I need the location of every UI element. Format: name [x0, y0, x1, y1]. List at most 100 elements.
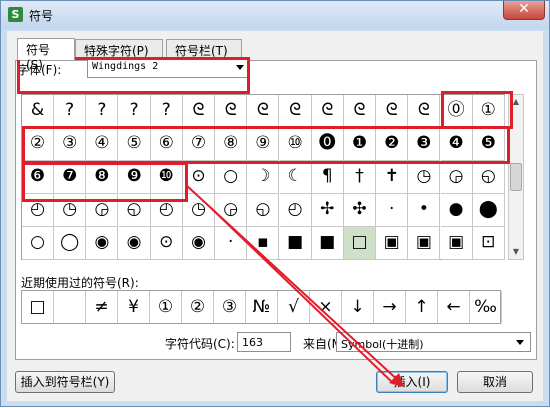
symbol-cell[interactable]: ᘓ — [183, 95, 215, 128]
scroll-up-icon[interactable]: ▲ — [509, 95, 523, 109]
symbol-cell[interactable]: ▣ — [440, 227, 473, 260]
symbol-cell[interactable]: • — [408, 194, 441, 227]
symbol-cell[interactable]: & — [22, 95, 54, 128]
symbol-cell[interactable]: ❿ — [150, 161, 183, 194]
symbol-cell[interactable]: ▣ — [376, 227, 409, 260]
recent-symbol[interactable]: → — [374, 291, 406, 323]
symbol-cell[interactable]: ⑤ — [118, 128, 151, 161]
symbol-cell[interactable]: ❻ — [22, 161, 54, 194]
symbol-cell[interactable]: ☾ — [279, 161, 312, 194]
symbol-cell[interactable]: ✣ — [344, 194, 376, 227]
recent-symbol[interactable]: × — [310, 291, 342, 323]
scroll-thumb[interactable] — [510, 163, 522, 191]
symbol-cell[interactable]: ❺ — [472, 128, 505, 161]
close-button[interactable]: ✕ — [503, 1, 545, 20]
symbol-cell[interactable]: · — [215, 227, 248, 260]
scroll-down-icon[interactable]: ▼ — [509, 245, 523, 259]
recent-symbol[interactable]: ‰ — [470, 291, 502, 323]
symbol-cell[interactable]: ◴ — [22, 194, 54, 227]
symbol-cell[interactable]: ⬤ — [472, 194, 505, 227]
symbol-cell[interactable]: ④ — [86, 128, 119, 161]
symbol-cell[interactable]: ✝ — [376, 161, 409, 194]
symbol-cell[interactable]: ? — [54, 95, 87, 128]
symbol-cell[interactable]: ■ — [279, 227, 312, 260]
insert-button[interactable]: 插入(I) — [376, 371, 448, 393]
insert-to-bar-button[interactable]: 插入到符号栏(Y) — [15, 371, 115, 393]
symbol-cell[interactable]: ○ — [22, 227, 54, 260]
symbol-cell[interactable]: ◉ — [118, 227, 151, 260]
font-select[interactable]: Wingdings 2 — [87, 58, 249, 78]
recent-symbol[interactable]: ↓ — [342, 291, 374, 323]
symbol-cell[interactable]: ⑩ — [279, 128, 312, 161]
symbol-cell[interactable]: ② — [22, 128, 54, 161]
symbol-cell[interactable]: ? — [150, 95, 183, 128]
symbol-cell[interactable]: ◶ — [440, 161, 473, 194]
symbol-cell[interactable]: ❷ — [376, 128, 409, 161]
recent-symbol[interactable]: √ — [278, 291, 310, 323]
symbol-cell[interactable]: ◷ — [408, 161, 441, 194]
symbol-cell[interactable]: ¶ — [311, 161, 344, 194]
symbol-cell[interactable]: ⑨ — [247, 128, 280, 161]
symbol-cell[interactable]: ⊙ — [183, 161, 215, 194]
symbol-cell[interactable]: ■ — [311, 227, 344, 260]
symbol-cell[interactable]: ◵ — [247, 194, 280, 227]
recent-symbol[interactable]: ③ — [214, 291, 246, 323]
symbol-cell[interactable]: ⓿ — [311, 128, 344, 161]
symbol-cell[interactable]: ● — [440, 194, 473, 227]
symbol-cell[interactable]: ◶ — [86, 194, 119, 227]
symbol-cell[interactable]: ᘓ — [344, 95, 376, 128]
symbol-cell[interactable]: ◴ — [150, 194, 183, 227]
symbol-cell[interactable]: □ — [344, 227, 376, 260]
char-code-input[interactable]: 163 — [237, 332, 291, 352]
symbol-cell[interactable]: ⑥ — [150, 128, 183, 161]
recent-symbol[interactable]: □ — [22, 291, 54, 323]
tab-symbols[interactable]: 符号(S) — [17, 38, 75, 72]
symbol-cell[interactable]: ❼ — [54, 161, 87, 194]
symbol-cell[interactable]: ◷ — [54, 194, 87, 227]
symbol-cell[interactable]: ⓪ — [440, 95, 473, 128]
symbol-cell[interactable]: ◷ — [183, 194, 215, 227]
cancel-button[interactable]: 取消 — [457, 371, 533, 393]
recent-symbol[interactable]: ② — [182, 291, 214, 323]
recent-symbol[interactable]: ¥ — [118, 291, 150, 323]
recent-symbol[interactable]: ≠ — [86, 291, 118, 323]
recent-symbol[interactable]: № — [246, 291, 278, 323]
symbol-cell[interactable]: ᘓ — [215, 95, 248, 128]
symbol-cell[interactable]: ✢ — [311, 194, 344, 227]
symbol-cell[interactable]: ❶ — [344, 128, 376, 161]
symbol-cell[interactable]: ◯ — [54, 227, 87, 260]
symbol-cell[interactable]: ᘓ — [408, 95, 441, 128]
symbol-cell[interactable]: ❹ — [440, 128, 473, 161]
symbol-cell[interactable]: ③ — [54, 128, 87, 161]
symbol-cell[interactable]: ◴ — [279, 194, 312, 227]
from-select[interactable]: Symbol(十进制) — [336, 332, 531, 352]
symbol-cell[interactable]: ◉ — [183, 227, 215, 260]
symbol-cell[interactable]: ◉ — [86, 227, 119, 260]
tab-special-chars[interactable]: 特殊字符(P) — [75, 39, 163, 59]
symbol-cell[interactable]: ? — [118, 95, 151, 128]
symbol-cell[interactable]: ❽ — [86, 161, 119, 194]
symbol-cell[interactable]: ◶ — [215, 194, 248, 227]
symbol-cell[interactable]: ▪ — [247, 227, 280, 260]
symbol-cell[interactable]: · — [376, 194, 409, 227]
symbol-cell[interactable]: ⊡ — [472, 227, 505, 260]
symbol-cell[interactable]: ① — [472, 95, 505, 128]
tab-symbol-bar[interactable]: 符号栏(T) — [166, 39, 242, 59]
symbol-cell[interactable]: ᘓ — [247, 95, 280, 128]
recent-symbol[interactable]: ← — [438, 291, 470, 323]
symbol-cell[interactable]: ⑦ — [183, 128, 215, 161]
recent-symbol[interactable]: ① — [150, 291, 182, 323]
symbol-cell[interactable]: † — [344, 161, 376, 194]
symbol-cell[interactable]: ⑧ — [215, 128, 248, 161]
symbol-cell[interactable]: ᘓ — [311, 95, 344, 128]
symbol-cell[interactable]: ○ — [215, 161, 248, 194]
recent-symbol[interactable] — [54, 291, 86, 323]
grid-scrollbar[interactable]: ▲ ▼ — [508, 94, 524, 260]
symbol-cell[interactable]: ⊙ — [150, 227, 183, 260]
recent-symbol[interactable]: ↑ — [406, 291, 438, 323]
symbol-cell[interactable]: ◵ — [118, 194, 151, 227]
symbol-cell[interactable]: ❾ — [118, 161, 151, 194]
symbol-cell[interactable]: ◵ — [472, 161, 505, 194]
symbol-cell[interactable]: ☽ — [247, 161, 280, 194]
symbol-cell[interactable]: ᘓ — [279, 95, 312, 128]
